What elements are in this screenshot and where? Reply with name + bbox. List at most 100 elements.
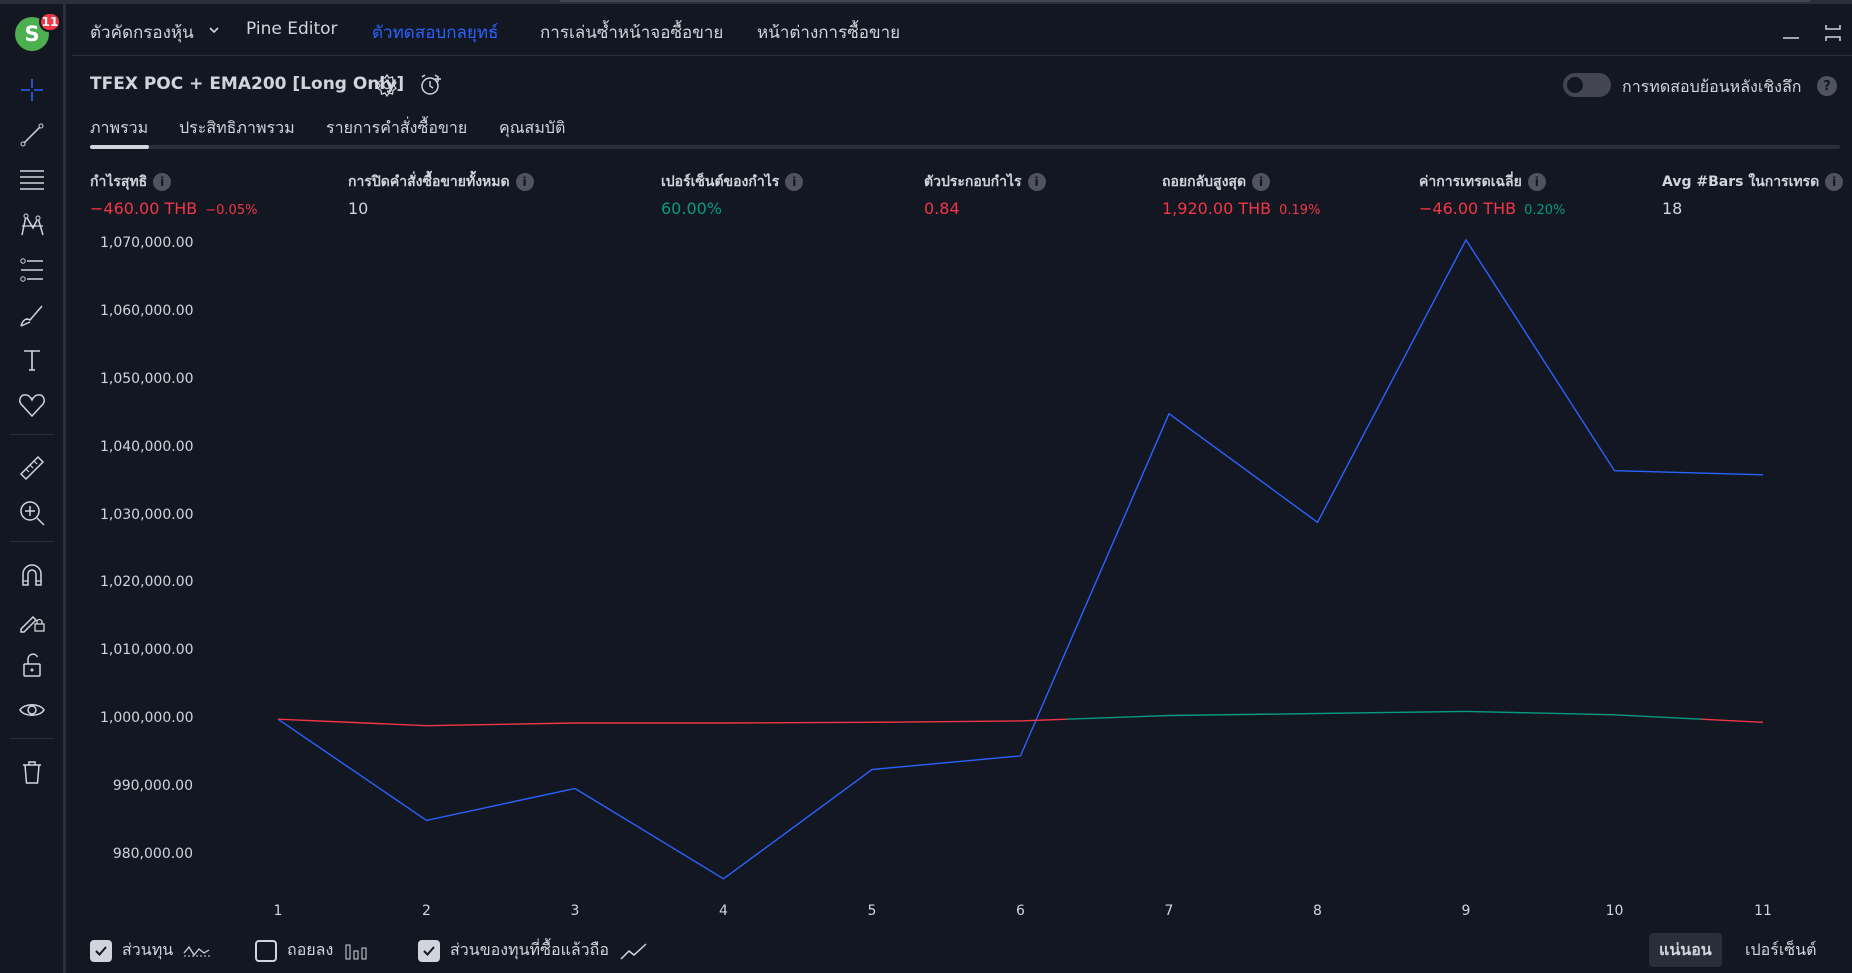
legend-drawdown[interactable]: ถอยลง xyxy=(255,938,373,963)
add-alert-icon[interactable] xyxy=(418,72,444,98)
equity-series-segment xyxy=(277,718,427,727)
y-tick-label: 1,010,000.00 xyxy=(100,642,194,659)
metric-value: 18 xyxy=(1662,199,1683,218)
drawdown-checkbox[interactable] xyxy=(255,939,277,962)
info-icon[interactable]: i xyxy=(1825,173,1844,191)
tab-bar-replay[interactable]: การเล่นซ้ำหน้าจอซื้อขาย xyxy=(540,19,723,46)
tab-trading-panel[interactable]: หน้าต่างการซื้อขาย xyxy=(757,19,900,46)
metric-label-text: การปิดคำสั่งซื้อขายทั้งหมด xyxy=(348,174,510,190)
drawdown-bars-icon xyxy=(345,944,367,959)
info-icon[interactable]: i xyxy=(515,173,534,191)
buy-hold-series-line xyxy=(277,238,1764,880)
crosshair-icon[interactable] xyxy=(14,72,50,108)
forecast-icon[interactable] xyxy=(14,252,50,288)
metric-label-text: Avg #Bars ในการเทรด xyxy=(1662,174,1820,190)
tab-properties[interactable]: คุณสมบัติ xyxy=(499,116,565,141)
metric-label: Avg #Bars ในการเทรด i xyxy=(1662,171,1844,193)
info-icon[interactable]: i xyxy=(1252,173,1271,191)
eye-icon[interactable] xyxy=(14,692,50,728)
metric-label: การปิดคำสั่งซื้อขายทั้งหมด i xyxy=(348,171,534,193)
legend-drawdown-label: ถอยลง xyxy=(287,940,334,959)
legend-buy-hold[interactable]: ส่วนของทุนที่ซื้อแล้วถือ xyxy=(418,938,649,963)
metric-value: 0.84 xyxy=(924,199,960,218)
legend-equity[interactable]: ส่วนทุน xyxy=(90,938,213,963)
y-tick-label: 1,050,000.00 xyxy=(100,370,194,387)
tab-list-of-trades[interactable]: รายการคำสั่งซื้อขาย xyxy=(326,116,467,141)
metric-label: เปอร์เซ็นต์ของกำไร i xyxy=(661,171,804,193)
deep-backtest-toggle[interactable] xyxy=(1563,73,1611,97)
checkmark-icon xyxy=(423,945,435,956)
info-icon[interactable]: i xyxy=(1527,173,1546,191)
chevron-down-icon[interactable] xyxy=(206,22,222,38)
zoom-in-icon[interactable] xyxy=(14,495,50,531)
x-tick-label: 8 xyxy=(1313,903,1322,919)
tab-track xyxy=(90,145,1840,149)
buy-hold-checkbox[interactable] xyxy=(418,939,440,962)
equity-series-segment xyxy=(1701,718,1764,723)
checkmark-icon xyxy=(95,945,107,956)
metric-label-text: ค่าการเทรดเฉลี่ย xyxy=(1419,174,1522,190)
equity-checkbox[interactable] xyxy=(90,939,112,962)
info-icon[interactable]: i xyxy=(153,173,172,191)
lock-drawing-icon[interactable] xyxy=(14,602,50,638)
avatar-letter: S xyxy=(24,22,40,46)
tab-stock-screener[interactable]: ตัวคัดกรองหุ้น xyxy=(90,19,194,46)
metric-value-row: 18 xyxy=(1662,199,1843,218)
ruler-icon[interactable] xyxy=(14,450,50,486)
pattern-icon[interactable] xyxy=(14,207,50,243)
metric-value: 60.00% xyxy=(661,199,723,218)
y-tick-label: 1,000,000.00 xyxy=(100,710,194,727)
strategy-title: TFEX POC + EMA200 [Long Only] xyxy=(90,74,405,94)
y-tick-label: 1,070,000.00 xyxy=(100,235,194,251)
drawing-toolbar: S 11 xyxy=(0,4,66,973)
tab-overview[interactable]: ภาพรวม xyxy=(90,116,148,141)
metric-label: ถอยกลับสูงสุด i xyxy=(1162,171,1320,193)
settings-gear-icon[interactable] xyxy=(374,72,400,98)
equity-series-segment xyxy=(723,721,873,724)
heart-icon[interactable] xyxy=(14,387,50,423)
metric-sub-value: 0.20% xyxy=(1524,203,1566,218)
tab-strategy-tester[interactable]: ตัวทดสอบกลยุทธ์ xyxy=(372,19,498,46)
metric-label-text: ถอยกลับสูงสุด xyxy=(1162,174,1247,190)
maximize-panel-icon[interactable] xyxy=(1822,22,1844,44)
equity-series-segment xyxy=(1020,718,1067,722)
x-tick-label: 5 xyxy=(867,903,877,919)
info-icon[interactable]: i xyxy=(1027,173,1046,191)
equity-series-segment xyxy=(1317,710,1467,715)
equity-series-segment xyxy=(1066,714,1170,720)
fib-lines-icon[interactable] xyxy=(14,162,50,198)
text-icon[interactable] xyxy=(14,342,50,378)
x-tick-label: 6 xyxy=(1016,903,1025,919)
minimize-panel-icon[interactable] xyxy=(1780,22,1802,44)
legend-equity-label: ส่วนทุน xyxy=(122,940,174,959)
metric-6: Avg #Bars ในการเทรด i 18 xyxy=(1662,171,1844,218)
toolbar-divider xyxy=(10,541,54,542)
deep-backtest-label: การทดสอบย้อนหลังเชิงลึก xyxy=(1622,77,1802,96)
metric-sub-value: 0.19% xyxy=(1279,203,1321,218)
help-icon[interactable]: ? xyxy=(1817,76,1837,96)
unlock-icon[interactable] xyxy=(14,647,50,683)
tab-pine-editor[interactable]: Pine Editor xyxy=(246,19,338,39)
brush-icon[interactable] xyxy=(14,297,50,333)
percent-scale-button[interactable]: เปอร์เซ็นต์ xyxy=(1735,933,1826,967)
x-tick-label: 7 xyxy=(1164,903,1174,919)
absolute-scale-button[interactable]: แน่นอน xyxy=(1649,933,1722,967)
metric-value-row: −460.00 THB −0.05% xyxy=(90,199,257,218)
metric-2: เปอร์เซ็นต์ของกำไร i 60.00% xyxy=(661,171,804,218)
metric-value-row: 60.00% xyxy=(661,199,803,218)
trash-icon[interactable] xyxy=(14,754,50,790)
equity-series-segment xyxy=(1465,710,1615,716)
magnet-icon[interactable] xyxy=(14,557,50,593)
metric-label: ตัวประกอบกำไร i xyxy=(924,171,1046,193)
trend-line-icon[interactable] xyxy=(14,117,50,153)
toggle-knob xyxy=(1567,77,1583,93)
metric-4: ถอยกลับสูงสุด i 1,920.00 THB 0.19% xyxy=(1162,171,1320,218)
equity-series-segment xyxy=(1168,712,1318,717)
metric-label: กำไรสุทธิ i xyxy=(90,171,257,193)
info-icon[interactable]: i xyxy=(785,173,804,191)
top-strip-highlight xyxy=(560,0,1810,2)
y-tick-label: 1,020,000.00 xyxy=(100,574,194,591)
x-tick-label: 9 xyxy=(1461,903,1471,919)
tab-performance-summary[interactable]: ประสิทธิภาพรวม xyxy=(179,116,295,141)
metric-value: 1,920.00 THB xyxy=(1162,199,1272,218)
